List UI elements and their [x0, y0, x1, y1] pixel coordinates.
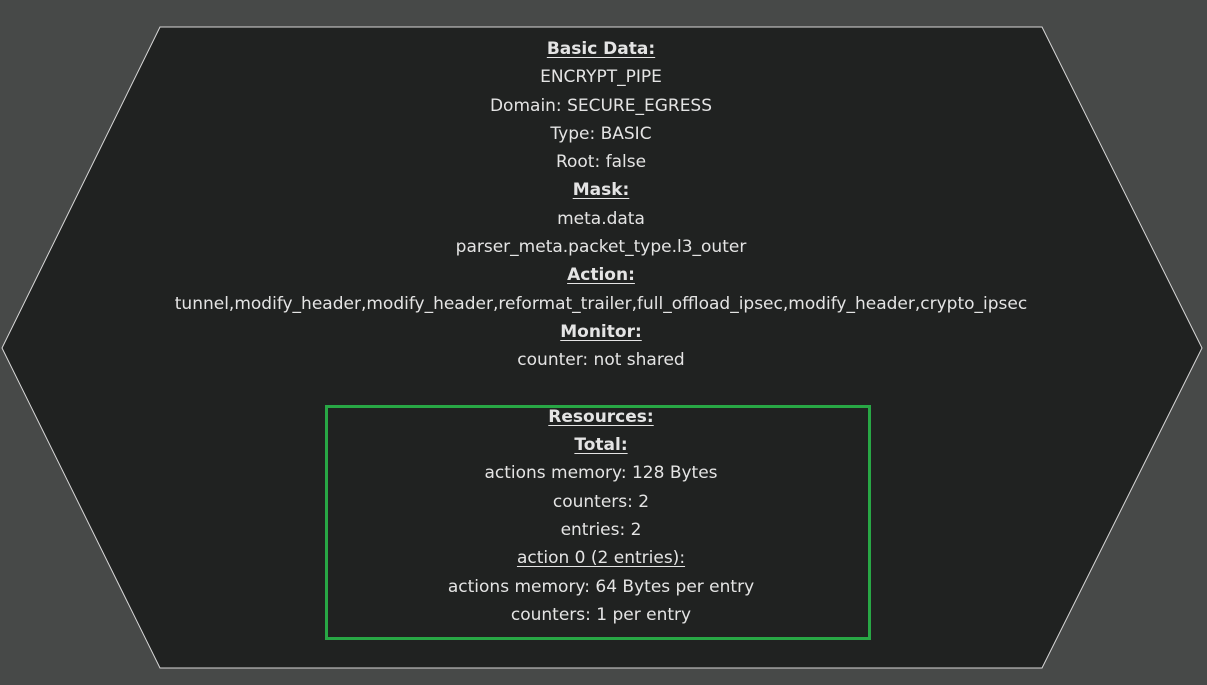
- total-heading: Total:: [574, 435, 628, 456]
- canvas: Basic Data: ENCRYPT_PIPE Domain: SECURE_…: [0, 0, 1207, 685]
- action0-counters: counters: 1 per entry: [510, 604, 692, 625]
- node-label: Basic Data: ENCRYPT_PIPE Domain: SECURE_…: [0, 35, 1202, 629]
- action0-heading: action 0 (2 entries):: [516, 548, 686, 569]
- resources-heading: Resources:: [548, 406, 654, 427]
- monitor-heading: Monitor:: [560, 321, 642, 342]
- total-entries: entries: 2: [560, 520, 642, 541]
- total-actions-memory: actions memory: 128 Bytes: [484, 463, 718, 484]
- node-root: Root: false: [555, 152, 647, 173]
- action0-memory: actions memory: 64 Bytes per entry: [447, 576, 755, 597]
- node-domain: Domain: SECURE_EGRESS: [489, 95, 713, 116]
- action-heading: Action:: [567, 265, 635, 286]
- node-name: ENCRYPT_PIPE: [540, 67, 662, 88]
- action-list: tunnel,modify_header,modify_header,refor…: [174, 293, 1028, 314]
- mask-item: parser_meta.packet_type.l3_outer: [455, 237, 747, 258]
- mask-item: meta.data: [557, 208, 645, 229]
- basic-data-heading: Basic Data:: [546, 39, 656, 59]
- node-type: Type: BASIC: [550, 123, 652, 144]
- monitor-counter: counter: not shared: [517, 350, 685, 371]
- total-counters: counters: 2: [552, 491, 650, 512]
- mask-heading: Mask:: [572, 180, 630, 201]
